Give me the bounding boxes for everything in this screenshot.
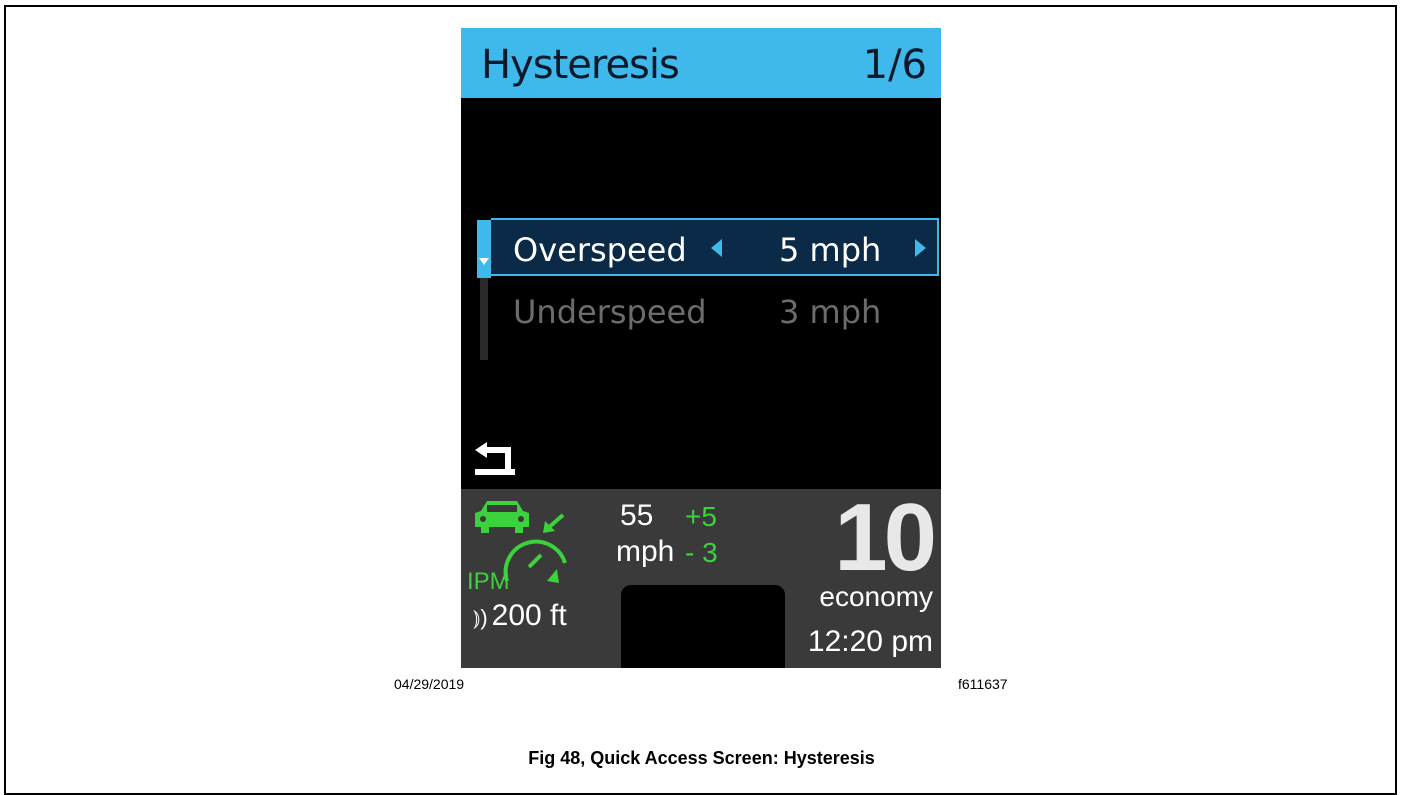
menu-item-label: Overspeed	[513, 231, 687, 269]
back-arrow-icon[interactable]	[473, 440, 517, 476]
menu-item-value: 5 mph	[779, 231, 882, 269]
ipm-label: IPM	[467, 568, 510, 593]
menu-item-underspeed[interactable]: Underspeed 3 mph	[491, 282, 939, 340]
title-bar: Hysteresis 1/6	[461, 28, 941, 98]
speed-unit: mph	[616, 535, 675, 568]
menu-item-overspeed[interactable]: Overspeed 5 mph	[491, 218, 939, 276]
scroll-thumb[interactable]	[477, 220, 491, 278]
underspeed-delta: - 3	[685, 537, 718, 568]
following-distance-value: 200 ft	[491, 599, 567, 632]
increase-arrow-icon[interactable]	[915, 239, 926, 257]
menu-item-value: 3 mph	[779, 293, 882, 331]
following-distance: ⦆) 200 ft	[473, 599, 567, 633]
menu-item-label: Underspeed	[513, 293, 707, 331]
status-panel: IPM 55 mph +5 - 3 10 economy 12:20 pm ⦆)…	[461, 484, 941, 668]
radar-signal-icon: ⦆)	[473, 605, 488, 630]
screen-title: Hysteresis	[481, 42, 680, 88]
figure-id: f611637	[958, 676, 1008, 692]
document-date: 04/29/2019	[394, 676, 465, 692]
display-screen: Hysteresis 1/6 Overspeed 5 mph Underspee…	[461, 28, 941, 668]
current-gear: 10	[834, 484, 937, 591]
set-speed: 55	[620, 499, 654, 532]
message-area	[621, 585, 785, 668]
scrollbar[interactable]	[477, 220, 491, 360]
decrease-arrow-icon[interactable]	[711, 239, 722, 257]
figure-caption: Fig 48, Quick Access Screen: Hysteresis	[528, 748, 875, 768]
drive-mode: economy	[819, 581, 933, 612]
scroll-down-icon	[479, 258, 489, 265]
ipm-speed-control-icon: IPM	[467, 501, 567, 593]
overspeed-delta: +5	[685, 501, 717, 532]
scroll-track	[480, 278, 488, 360]
clock: 12:20 pm	[807, 625, 933, 658]
page-indicator: 1/6	[862, 42, 927, 88]
